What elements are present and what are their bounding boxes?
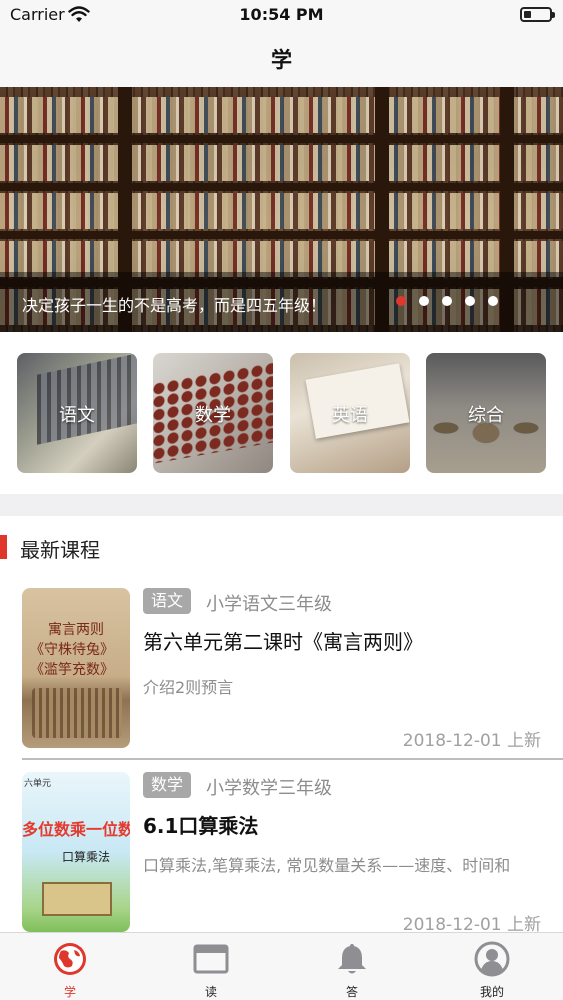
page-dot[interactable] — [396, 296, 406, 306]
tab-learn[interactable]: 学 — [0, 933, 140, 1000]
page-dot[interactable] — [419, 296, 429, 306]
battery-level — [524, 11, 531, 18]
bookshelf-shelf — [0, 231, 563, 239]
thumbnail-text: 多位数乘一位数 — [22, 820, 130, 839]
tab-label: 读 — [204, 985, 217, 999]
category-label: 英语 — [332, 405, 368, 426]
subject-tag: 语文 — [143, 588, 192, 614]
course-description: 介绍2则预言 — [143, 678, 234, 697]
category-math[interactable]: 数学 — [153, 353, 273, 473]
list-separator — [22, 758, 563, 760]
thumbnail-text: 口算乘法 — [62, 850, 111, 864]
tab-bar: 学 读 答 我的 — [0, 932, 563, 1000]
latest-courses-header: 最新课程 — [0, 516, 563, 578]
course-thumbnail: 寓言两则 《守株待兔》 《滥竽充数》 — [22, 588, 130, 748]
bookshelf-row — [0, 145, 563, 181]
bookshelf-shelf — [0, 183, 563, 191]
category-english[interactable]: 英语 — [290, 353, 410, 473]
tab-profile[interactable]: 我的 — [422, 933, 562, 1000]
bamboo-scroll-image — [32, 688, 122, 738]
person-icon — [474, 941, 510, 977]
banner-carousel[interactable]: 决定孩子一生的不是高考，而是四五年级！ — [0, 87, 563, 332]
page-title: 学 — [271, 48, 292, 72]
course-description: 口算乘法,笔算乘法, 常见数量关系——速度、时间和 — [143, 856, 511, 875]
section-title: 最新课程 — [20, 538, 100, 562]
course-title: 6.1口算乘法 — [143, 814, 259, 838]
course-date: 2018-12-01 上新 — [402, 915, 541, 932]
course-item[interactable]: 六单元 多位数乘一位数 口算乘法 数学 小学数学三年级 6.1口算乘法 口算乘法… — [0, 762, 563, 932]
bookshelf-shelf — [0, 135, 563, 143]
tab-answer[interactable]: 答 — [282, 933, 422, 1000]
course-thumbnail: 六单元 多位数乘一位数 口算乘法 — [22, 772, 130, 932]
section-divider — [0, 494, 563, 516]
battery-icon — [520, 7, 555, 22]
banner-caption: 决定孩子一生的不是高考，而是四五年级！ — [22, 296, 327, 315]
course-date: 2018-12-01 上新 — [402, 731, 541, 751]
course-grade: 小学语文三年级 — [206, 594, 332, 615]
navigation-bar: 学 — [0, 30, 563, 87]
bookshelf-row — [0, 97, 563, 133]
house-illustration — [42, 882, 112, 916]
category-grid: 语文 数学 英语 综合 — [0, 332, 563, 494]
category-general[interactable]: 综合 — [426, 353, 546, 473]
tab-label: 我的 — [479, 985, 504, 999]
tab-read[interactable]: 读 — [141, 933, 281, 1000]
tab-label: 答 — [345, 985, 358, 999]
category-label: 数学 — [195, 405, 231, 426]
category-label: 语文 — [59, 405, 95, 426]
course-title: 第六单元第二课时《寓言两则》 — [143, 630, 423, 654]
bell-icon — [338, 944, 366, 974]
page-dot[interactable] — [442, 296, 452, 306]
clock: 10:54 PM — [239, 5, 324, 24]
category-chinese[interactable]: 语文 — [17, 353, 137, 473]
category-label: 综合 — [468, 405, 504, 426]
subject-tag: 数学 — [143, 772, 192, 798]
globe-icon — [54, 943, 86, 975]
section-accent-bar — [0, 535, 7, 559]
course-item[interactable]: 寓言两则 《守株待兔》 《滥竽充数》 语文 小学语文三年级 第六单元第二课时《寓… — [0, 578, 563, 760]
tab-label: 学 — [63, 985, 76, 999]
page-dot[interactable] — [465, 296, 475, 306]
thumbnail-text: 寓言两则 《守株待兔》 《滥竽充数》 — [30, 622, 114, 678]
status-bar: Carrier 10:54 PM — [0, 0, 563, 30]
course-grade: 小学数学三年级 — [206, 778, 332, 799]
window-icon — [193, 944, 229, 974]
thumbnail-text: 六单元 — [24, 779, 52, 789]
bookshelf-row — [0, 193, 563, 229]
page-dot[interactable] — [488, 296, 498, 306]
